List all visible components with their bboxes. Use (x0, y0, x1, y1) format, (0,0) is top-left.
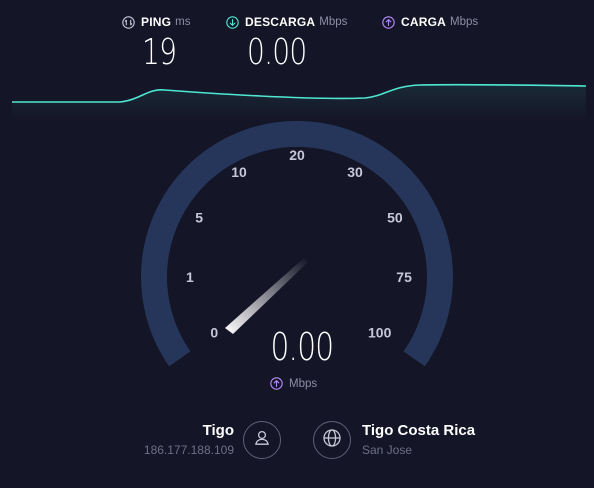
gauge-scale-label: 5 (195, 209, 203, 225)
gauge-current-value: 0.00 (270, 325, 334, 369)
speed-gauge: 0 1 5 10 20 30 50 75 100 (141, 120, 453, 367)
globe-icon (322, 428, 342, 453)
client-info: Tigo 186.177.188.109 (144, 422, 234, 457)
server-location: San Jose (362, 443, 413, 457)
user-button[interactable] (243, 421, 281, 459)
gauge-scale-label: 100 (368, 324, 392, 340)
gauge-scale-label: 20 (289, 147, 305, 163)
client-ip: 186.177.188.109 (143, 443, 234, 457)
gauge-scale-label: 0 (210, 324, 218, 340)
gauge-unit: Mbps (270, 377, 317, 390)
user-icon (253, 429, 271, 452)
client-isp-name: Tigo (202, 422, 234, 439)
gauge-scale-label: 75 (396, 269, 412, 285)
gauge-needle (225, 258, 308, 334)
upload-arrow-icon (270, 377, 283, 390)
server-info: Tigo Costa Rica San Jose (362, 422, 475, 457)
gauge-scale-label: 1 (186, 269, 194, 285)
gauge-scale-label: 50 (387, 209, 403, 225)
gauge-scale-label: 10 (231, 164, 247, 180)
server-name: Tigo Costa Rica (362, 422, 476, 439)
gauge-scale: 0 1 5 10 20 30 50 75 100 (186, 147, 412, 340)
server-button[interactable] (313, 421, 351, 459)
gauge-scale-label: 30 (347, 164, 363, 180)
gauge-unit-label: Mbps (289, 377, 318, 390)
